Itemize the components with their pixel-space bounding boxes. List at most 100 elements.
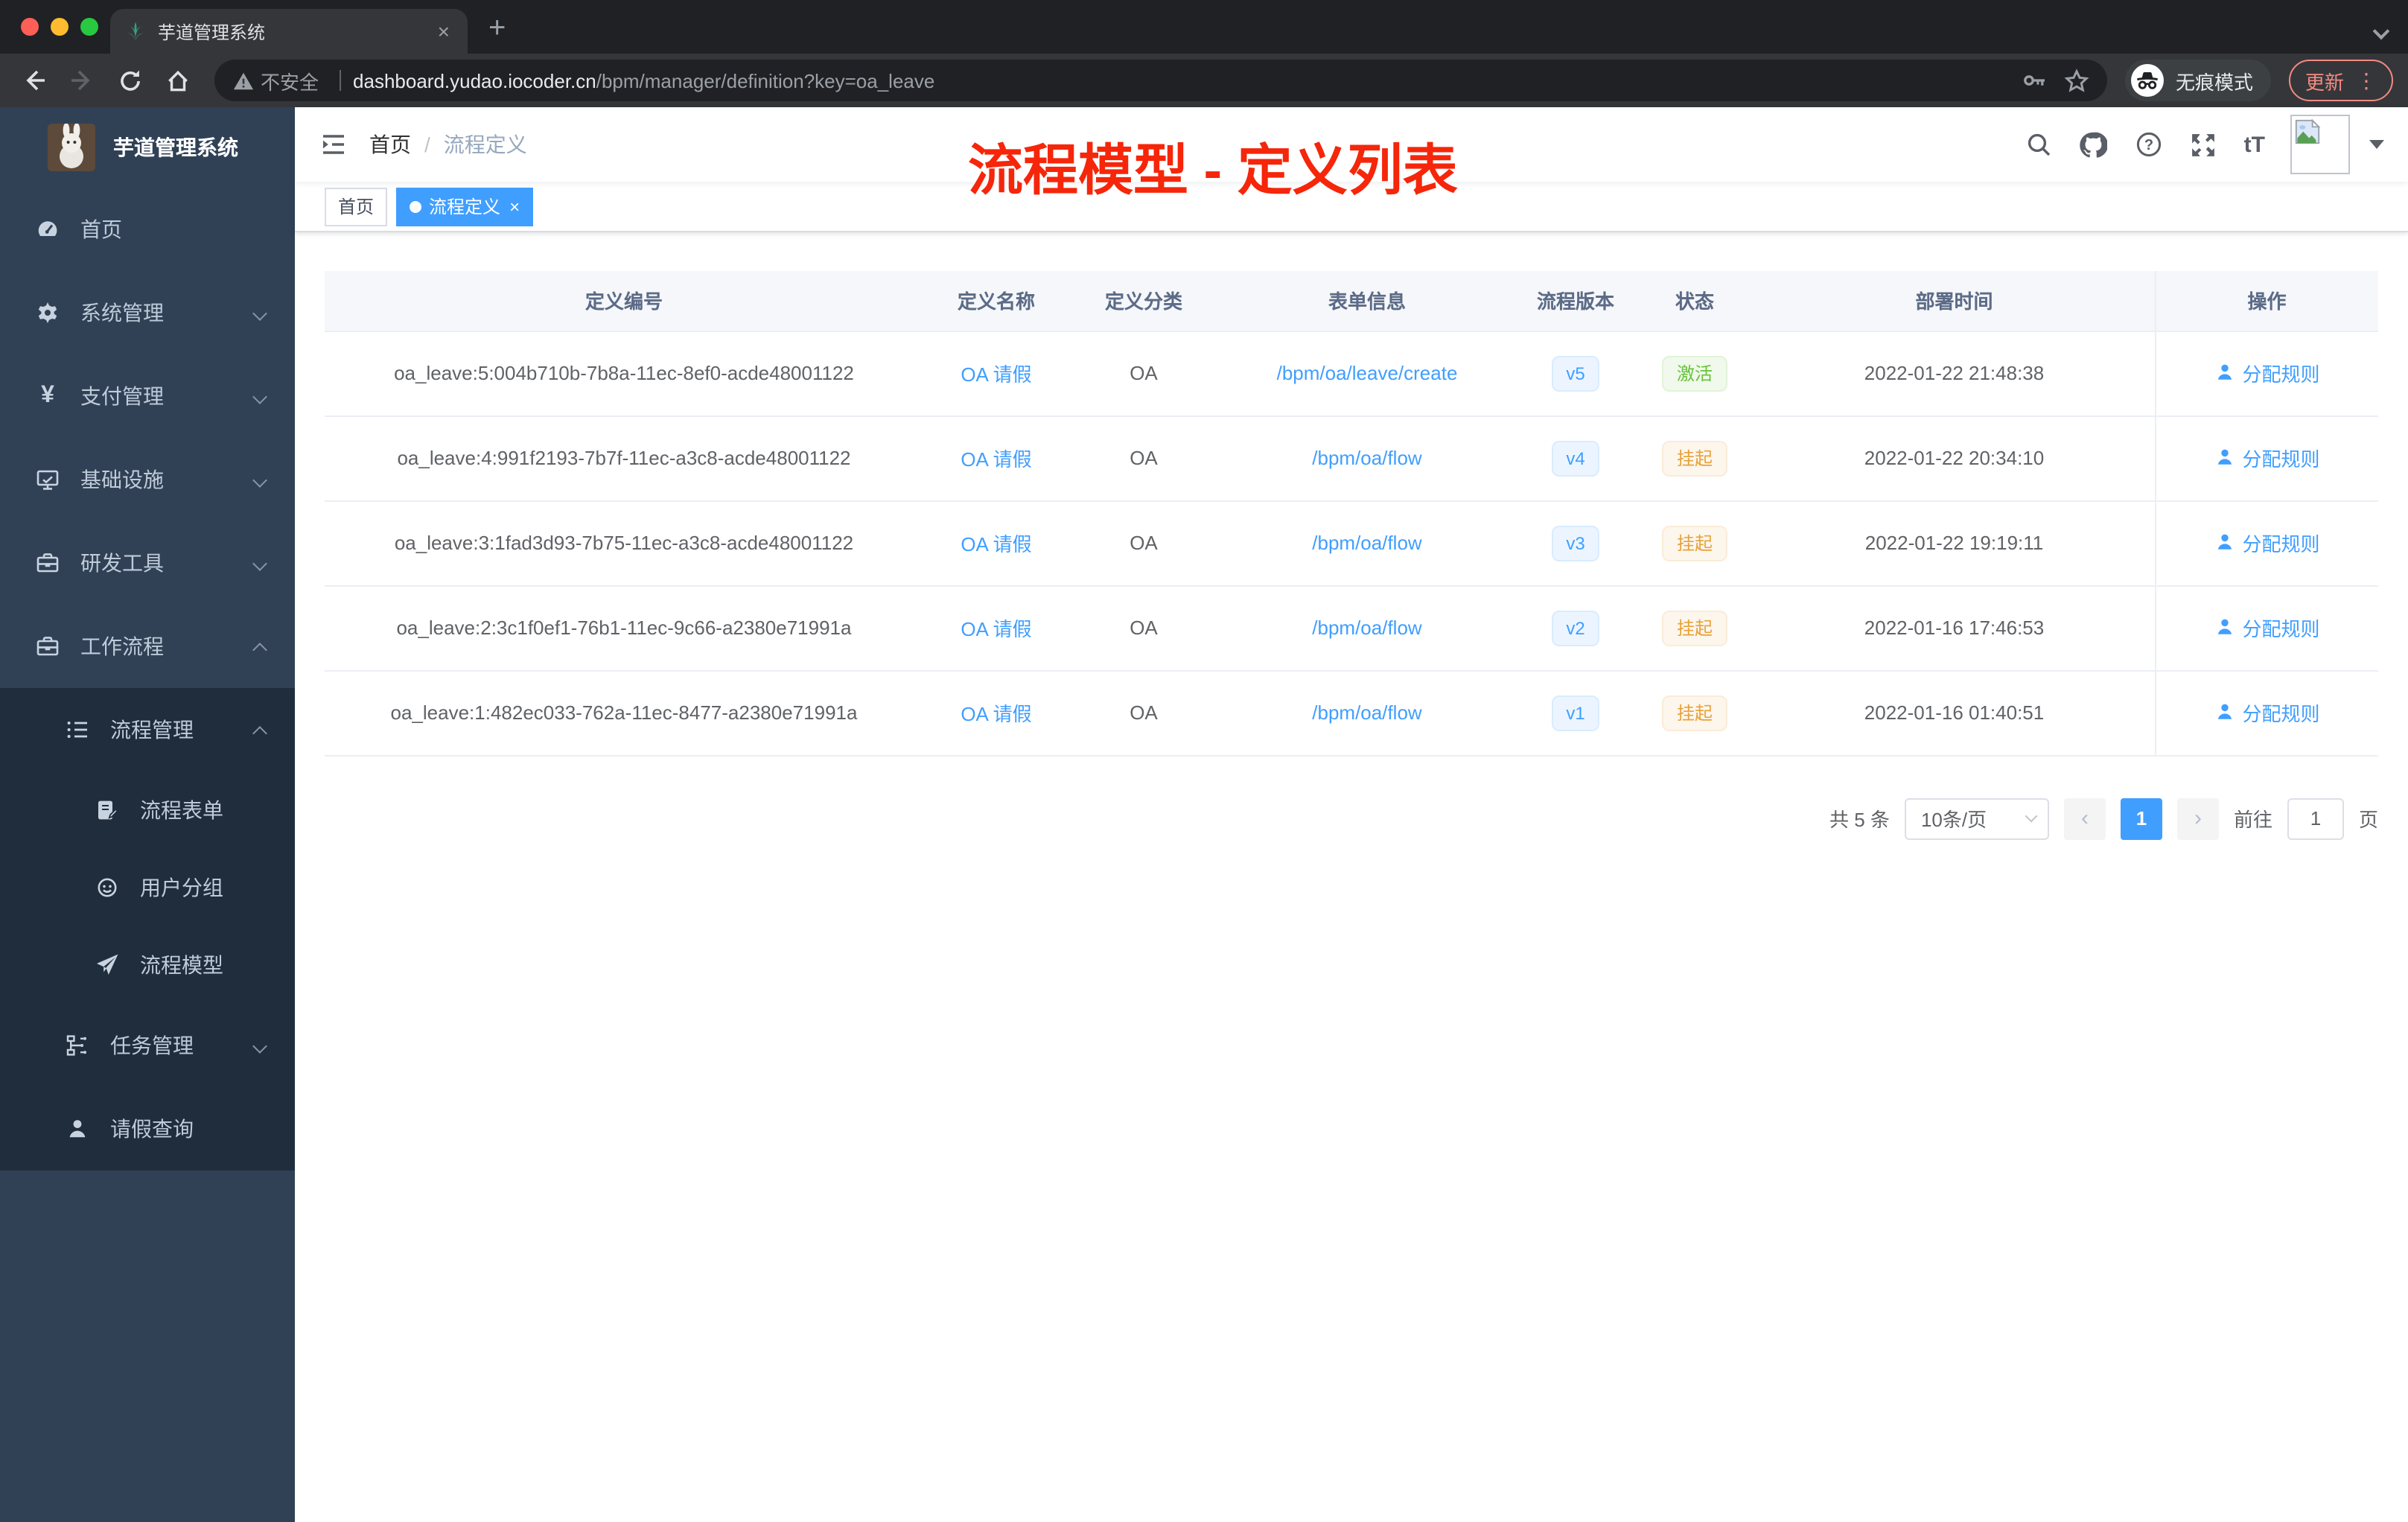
person-icon bbox=[66, 1117, 89, 1141]
hamburger-icon[interactable] bbox=[319, 130, 348, 159]
page-number-button[interactable]: 1 bbox=[2120, 797, 2162, 839]
browser-menu-icon[interactable]: ⋮ bbox=[2356, 68, 2377, 93]
sidebar-item-process-management[interactable]: 流程管理 bbox=[0, 688, 295, 771]
breadcrumb-home[interactable]: 首页 bbox=[369, 130, 411, 159]
page-unit-label: 页 bbox=[2358, 809, 2378, 831]
url-divider bbox=[340, 70, 342, 91]
form-link[interactable]: /bpm/oa/leave/create bbox=[1277, 362, 1458, 384]
chevron-down-icon bbox=[252, 555, 267, 570]
table-header-row: 定义编号 定义名称 定义分类 表单信息 流程版本 状态 部署时间 操作 bbox=[325, 271, 2378, 331]
toolbox-icon bbox=[36, 551, 60, 575]
goto-page-input[interactable] bbox=[2287, 797, 2344, 839]
avatar[interactable] bbox=[2290, 115, 2350, 174]
avatar-caret-icon[interactable] bbox=[2369, 140, 2384, 149]
face-icon bbox=[95, 876, 119, 899]
form-link[interactable]: /bpm/oa/flow bbox=[1312, 447, 1421, 469]
password-key-icon[interactable] bbox=[2022, 69, 2046, 92]
sidebar-item-payment[interactable]: ¥ 支付管理 bbox=[0, 354, 295, 438]
assign-rule-link[interactable]: 分配规则 bbox=[2214, 444, 2320, 472]
address-bar[interactable]: 不安全 dashboard.yudao.iocoder.cn/bpm/manag… bbox=[214, 60, 2107, 101]
browser-tab[interactable]: 芋道管理系统 × bbox=[110, 9, 468, 54]
table-row: oa_leave:2:3c1f0ef1-76b1-11ec-9c66-a2380… bbox=[325, 585, 2378, 671]
sidebar: 芋道管理系统 首页 系统管理 ¥ 支付管理 基础设施 研发工具 工作流程 流程管… bbox=[0, 107, 295, 1522]
goto-label: 前往 bbox=[2233, 809, 2272, 831]
tag-process-definition[interactable]: 流程定义 × bbox=[396, 187, 534, 226]
help-icon[interactable]: ? bbox=[2134, 130, 2164, 159]
form-link[interactable]: /bpm/oa/flow bbox=[1312, 701, 1421, 724]
bookmark-star-icon[interactable] bbox=[2064, 68, 2089, 93]
definition-name-link[interactable]: OA 请假 bbox=[961, 703, 1031, 725]
logo-image bbox=[48, 124, 95, 171]
definition-name-link[interactable]: OA 请假 bbox=[961, 448, 1031, 471]
assign-rule-link[interactable]: 分配规则 bbox=[2214, 359, 2320, 387]
minimize-window-button[interactable] bbox=[51, 18, 69, 36]
sidebar-item-process-model[interactable]: 流程模型 bbox=[0, 926, 295, 1004]
chevron-down-icon bbox=[252, 1038, 267, 1053]
sidebar-item-home[interactable]: 首页 bbox=[0, 188, 295, 271]
definition-name-link[interactable]: OA 请假 bbox=[961, 618, 1031, 640]
tag-home[interactable]: 首页 bbox=[325, 187, 388, 226]
sidebar-item-user-group[interactable]: 用户分组 bbox=[0, 849, 295, 926]
status-badge: 挂起 bbox=[1661, 610, 1727, 646]
browser-tab-strip: 芋道管理系统 × + bbox=[0, 0, 2408, 54]
home-icon[interactable] bbox=[158, 61, 197, 100]
assign-rule-link[interactable]: 分配规则 bbox=[2214, 698, 2320, 727]
page-size-value: 10条/页 bbox=[1920, 809, 1987, 831]
definition-category: OA bbox=[1069, 500, 1218, 586]
sidebar-item-infrastructure[interactable]: 基础设施 bbox=[0, 438, 295, 521]
app-title: 芋道管理系统 bbox=[113, 136, 238, 159]
definition-category: OA bbox=[1069, 585, 1218, 671]
fullscreen-icon[interactable] bbox=[2189, 130, 2219, 159]
column-header-form: 表单信息 bbox=[1218, 271, 1516, 331]
deploy-time: 2022-01-16 17:46:53 bbox=[1754, 585, 2155, 671]
definition-name-link[interactable]: OA 请假 bbox=[961, 363, 1031, 386]
tag-close-icon[interactable]: × bbox=[509, 196, 520, 217]
next-page-button[interactable]: › bbox=[2176, 797, 2219, 839]
status-badge: 挂起 bbox=[1661, 695, 1727, 730]
form-link[interactable]: /bpm/oa/flow bbox=[1312, 532, 1421, 554]
sidebar-item-leave-query[interactable]: 请假查询 bbox=[0, 1087, 295, 1171]
monitor-icon bbox=[36, 468, 60, 491]
sidebar-item-task-management[interactable]: 任务管理 bbox=[0, 1004, 295, 1087]
column-header-status: 状态 bbox=[1635, 271, 1754, 331]
sidebar-item-dev-tools[interactable]: 研发工具 bbox=[0, 521, 295, 605]
close-window-button[interactable] bbox=[21, 18, 39, 36]
search-icon[interactable] bbox=[2024, 130, 2054, 159]
table-row: oa_leave:4:991f2193-7b7f-11ec-a3c8-acde4… bbox=[325, 415, 2378, 501]
chevron-up-icon bbox=[252, 643, 267, 657]
page-content: 定义编号 定义名称 定义分类 表单信息 流程版本 状态 部署时间 操作 oa_l bbox=[295, 232, 2408, 839]
tab-search-chevron-icon[interactable] bbox=[2372, 18, 2390, 45]
sidebar-item-label: 工作流程 bbox=[80, 634, 164, 658]
forward-icon[interactable] bbox=[63, 61, 101, 100]
sidebar-item-workflow[interactable]: 工作流程 bbox=[0, 605, 295, 688]
form-link[interactable]: /bpm/oa/flow bbox=[1312, 617, 1421, 639]
table-row: oa_leave:3:1fad3d93-7b75-11ec-a3c8-acde4… bbox=[325, 500, 2378, 586]
column-header-category: 定义分类 bbox=[1069, 271, 1218, 331]
pagination-total: 共 5 条 bbox=[1829, 809, 1890, 831]
deploy-time: 2022-01-22 19:19:11 bbox=[1754, 500, 2155, 586]
back-icon[interactable] bbox=[15, 61, 54, 100]
page-size-select[interactable]: 10条/页 bbox=[1904, 797, 2049, 839]
update-label[interactable]: 更新 bbox=[2305, 66, 2344, 95]
font-size-icon[interactable]: tT bbox=[2244, 132, 2265, 157]
definition-name-link[interactable]: OA 请假 bbox=[961, 533, 1031, 555]
zoom-window-button[interactable] bbox=[80, 18, 98, 36]
github-icon[interactable] bbox=[2079, 130, 2109, 159]
update-button[interactable]: 更新 ⋮ bbox=[2288, 60, 2393, 101]
sidebar-item-label: 研发工具 bbox=[80, 551, 164, 575]
sidebar-item-process-form[interactable]: 流程表单 bbox=[0, 771, 295, 849]
svg-text:?: ? bbox=[2144, 137, 2153, 153]
breadcrumb-separator: / bbox=[424, 133, 430, 156]
version-badge: v1 bbox=[1551, 695, 1600, 730]
new-tab-button[interactable]: + bbox=[488, 9, 506, 48]
definition-id: oa_leave:2:3c1f0ef1-76b1-11ec-9c66-a2380… bbox=[325, 585, 923, 671]
dashboard-icon bbox=[36, 217, 60, 241]
sidebar-item-system[interactable]: 系统管理 bbox=[0, 271, 295, 354]
toolbox-icon bbox=[36, 634, 60, 658]
tab-close-icon[interactable]: × bbox=[435, 19, 453, 43]
sidebar-item-label: 流程表单 bbox=[140, 798, 223, 822]
assign-rule-link[interactable]: 分配规则 bbox=[2214, 614, 2320, 642]
prev-page-button[interactable]: ‹ bbox=[2063, 797, 2106, 839]
reload-icon[interactable] bbox=[110, 61, 149, 100]
assign-rule-link[interactable]: 分配规则 bbox=[2214, 529, 2320, 557]
